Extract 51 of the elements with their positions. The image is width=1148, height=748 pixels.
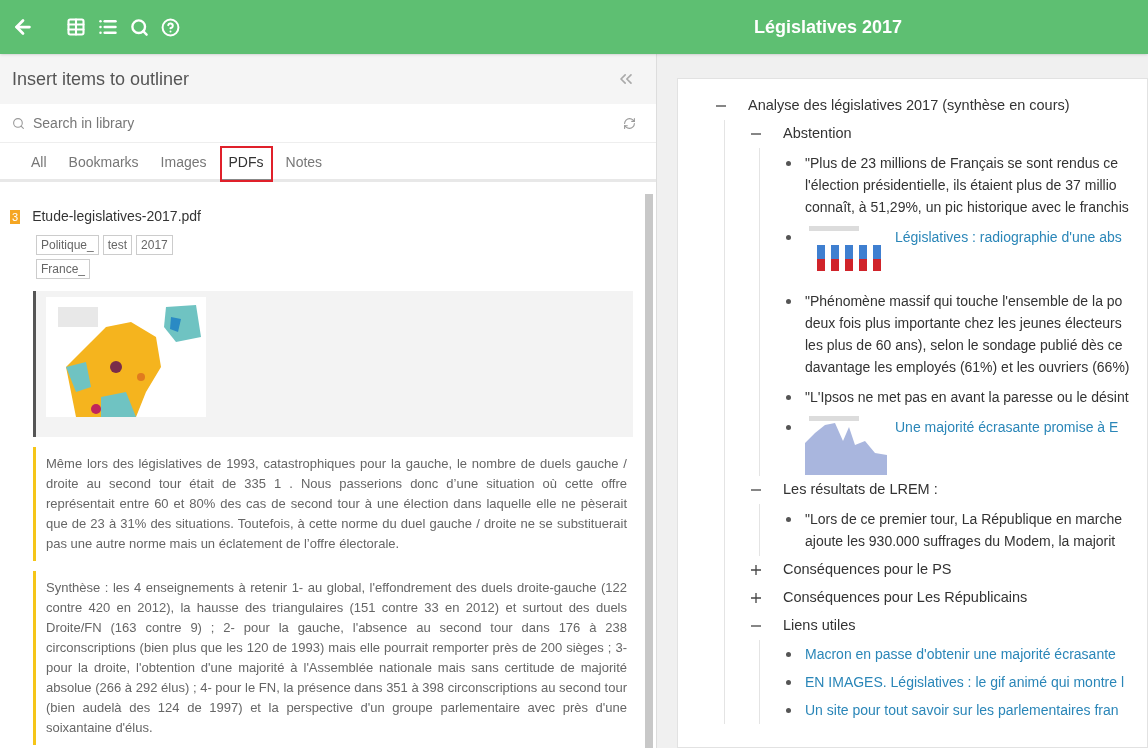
filter-tab[interactable]: PDFs [219, 146, 273, 182]
filter-tab[interactable]: Bookmarks [59, 146, 148, 182]
panel-title: Insert items to outliner [12, 67, 190, 91]
bullet-icon [786, 651, 791, 657]
article-link[interactable]: EN IMAGES. Législatives : le gif animé qui montre l [805, 671, 1125, 693]
article-link[interactable]: Macron en passe d'obtenir une majorité écrasante [805, 643, 1116, 665]
outline-heading: Les résultats de LREM : [783, 480, 938, 500]
bullet-icon [786, 707, 791, 713]
tag[interactable]: France_ [36, 259, 91, 279]
list-icon[interactable] [98, 17, 118, 37]
quote-clip[interactable]: Synthèse : les 4 enseignements à retenir 1- au global, l'effondrement des duels droite-gauche (122 contre 420 en 2012), la hausse des triangulaires (151 contre 33 en 2012) et surtout des duels Droite/FN (163 contre 9) ; 2- pour la gauche, l'absence au second tour dans 176 à 238 circonscriptions (bien plus que les 120 de 1993) mais elle pourrait remporter près de 200 sièges ; 3- pour la droite, l'obtention d'une majorité à l'Assemblée nationale mais sans certitude de majorité absolue (266 à 292 élus) ; 4- pour le FN, la présence dans 351 à 398 circonscriptions au second tour (bien audelà des 124 de 1997) et la perspective d'un groupe parlementaire avec près d'une soixantaine d'élus. [33, 571, 633, 745]
article-link[interactable]: Un site pour tout savoir sur les parlementaires fran [805, 699, 1119, 721]
back-icon[interactable] [12, 16, 34, 38]
help-icon[interactable] [161, 17, 180, 37]
bullet-icon [786, 298, 791, 304]
plus-icon[interactable] [751, 565, 761, 575]
refresh-icon[interactable] [623, 116, 636, 130]
outline-heading: Liens utiles [783, 616, 856, 636]
plus-icon[interactable] [751, 593, 761, 603]
document-title[interactable]: Etude-legislatives-2017.pdf [32, 206, 201, 227]
tag[interactable]: 2017 [136, 235, 173, 255]
table-icon[interactable] [66, 17, 86, 37]
bullet-icon [786, 424, 791, 430]
app-title: Législatives 2017 [754, 15, 903, 39]
search-field[interactable]: Search in library [33, 112, 623, 134]
tag[interactable]: Politique_ [36, 235, 99, 255]
outline-text: "Lors de ce premier tour, La République en marche ajoute les 930.000 suffrages du Modem, la majorit [805, 510, 1123, 551]
outline-heading: Analyse des législatives 2017 (synthèse en cours) [748, 96, 1070, 116]
count-badge: 3 [10, 209, 21, 224]
bullet-icon [786, 394, 791, 400]
filter-tab[interactable]: Notes [276, 146, 332, 182]
article-link[interactable]: Une majorité écrasante promise à E [895, 413, 1119, 441]
bullet-icon [786, 679, 791, 685]
outline-text: "L'Ipsos ne met pas en avant la paresse ou le désint [805, 388, 1129, 407]
outline-heading: Conséquences pour le PS [783, 560, 952, 580]
bullet-icon [786, 516, 791, 522]
bullet-icon [786, 160, 791, 166]
outline-text: "Phénomène massif qui touche l'ensemble de la po deux fois plus importante chez les jeunes électeurs les plus de 60 ans), selon le sondage publié dès ce davantage les employés (61%) et les ouvriers (66%) [805, 292, 1130, 377]
outline-heading: Conséquences pour Les Républicains [783, 588, 1028, 608]
scrollbar[interactable] [645, 194, 653, 748]
filter-tab[interactable]: Images [151, 146, 216, 182]
bullet-icon [786, 234, 791, 240]
outline-heading: Abstention [783, 124, 852, 144]
search-icon[interactable] [130, 17, 149, 37]
quote-clip[interactable]: Même lors des législatives de 1993, catastrophiques pour la gauche, le nombre de duels gauche / droite au second tour était de 335 1 . Nous passerions donc d’une situation où cette offre représentait entre 60 et 80% des cas de second tour à une élection dans laquelle elle ne pèserait que de 23 à 31% des situations. Toutefois, à cette norme du duel gauche / droite ne se substituerait pas une autre norme mais un éclatement de l’offre électorale. [33, 447, 633, 561]
filter-tab[interactable]: All [22, 146, 56, 182]
search-icon [12, 116, 25, 130]
tag[interactable]: test [102, 235, 133, 255]
image-clip[interactable] [33, 291, 633, 437]
article-link[interactable]: Législatives : radiographie d'une abs [895, 223, 1122, 251]
outline-text: "Plus de 23 millions de Français se sont rendus ce l'élection présidentielle, ils étaient plus de 37 millio connaît, à 51,29%, un pic historique avec le franchis [805, 154, 1129, 217]
